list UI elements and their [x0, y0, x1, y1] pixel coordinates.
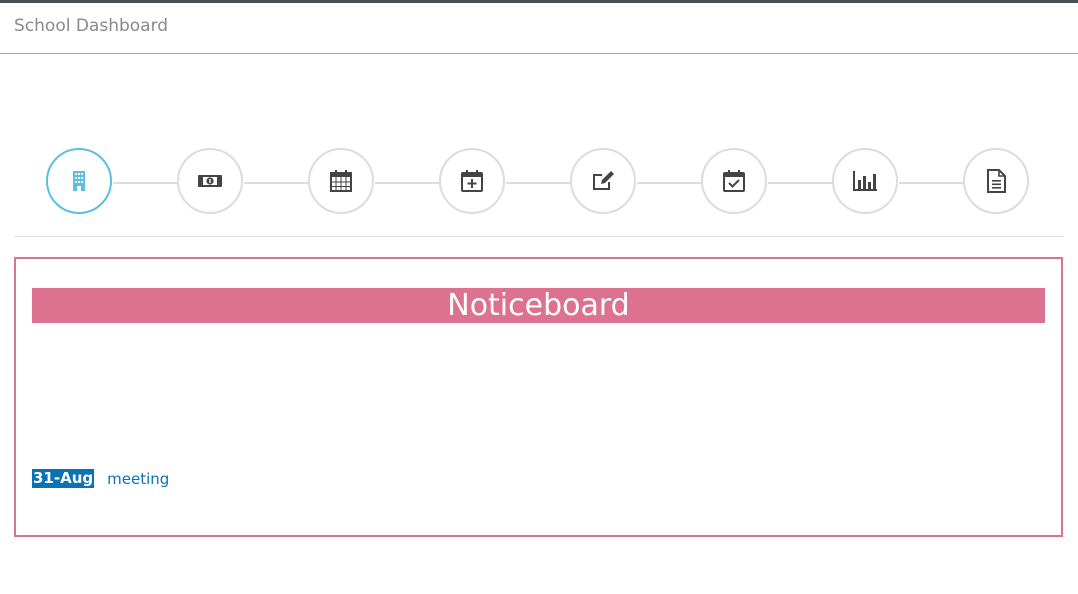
money-icon	[198, 175, 222, 187]
step-school[interactable]	[46, 148, 112, 214]
step-connector	[899, 182, 964, 184]
noticeboard-title: Noticeboard	[32, 288, 1045, 323]
calendar-check-icon	[723, 170, 745, 192]
page-header: School Dashboard	[0, 3, 1078, 54]
step-documents[interactable]	[963, 148, 1029, 214]
section-divider	[14, 236, 1064, 237]
step-connector	[113, 182, 178, 184]
building-icon	[73, 171, 85, 191]
step-connector	[506, 182, 571, 184]
calendar-icon	[330, 170, 352, 192]
step-edit[interactable]	[570, 148, 636, 214]
step-attendance[interactable]	[701, 148, 767, 214]
document-icon	[987, 169, 1006, 193]
noticeboard-panel: Noticeboard 31-Aug meeting	[14, 257, 1063, 537]
bar-chart-icon	[853, 171, 877, 191]
step-connector	[375, 182, 440, 184]
notice-date: 31-Aug	[32, 469, 95, 488]
calendar-plus-icon	[461, 170, 483, 192]
step-connector	[768, 182, 833, 184]
notice-item: 31-Aug meeting	[32, 469, 169, 488]
notice-link[interactable]: meeting	[107, 470, 169, 488]
edit-icon	[593, 171, 614, 190]
step-add-event[interactable]	[439, 148, 505, 214]
dashboard-steps	[0, 140, 1078, 230]
step-reports[interactable]	[832, 148, 898, 214]
step-connector	[637, 182, 702, 184]
step-fees[interactable]	[177, 148, 243, 214]
step-timetable[interactable]	[308, 148, 374, 214]
step-connector	[244, 182, 309, 184]
page-title: School Dashboard	[14, 16, 169, 36]
